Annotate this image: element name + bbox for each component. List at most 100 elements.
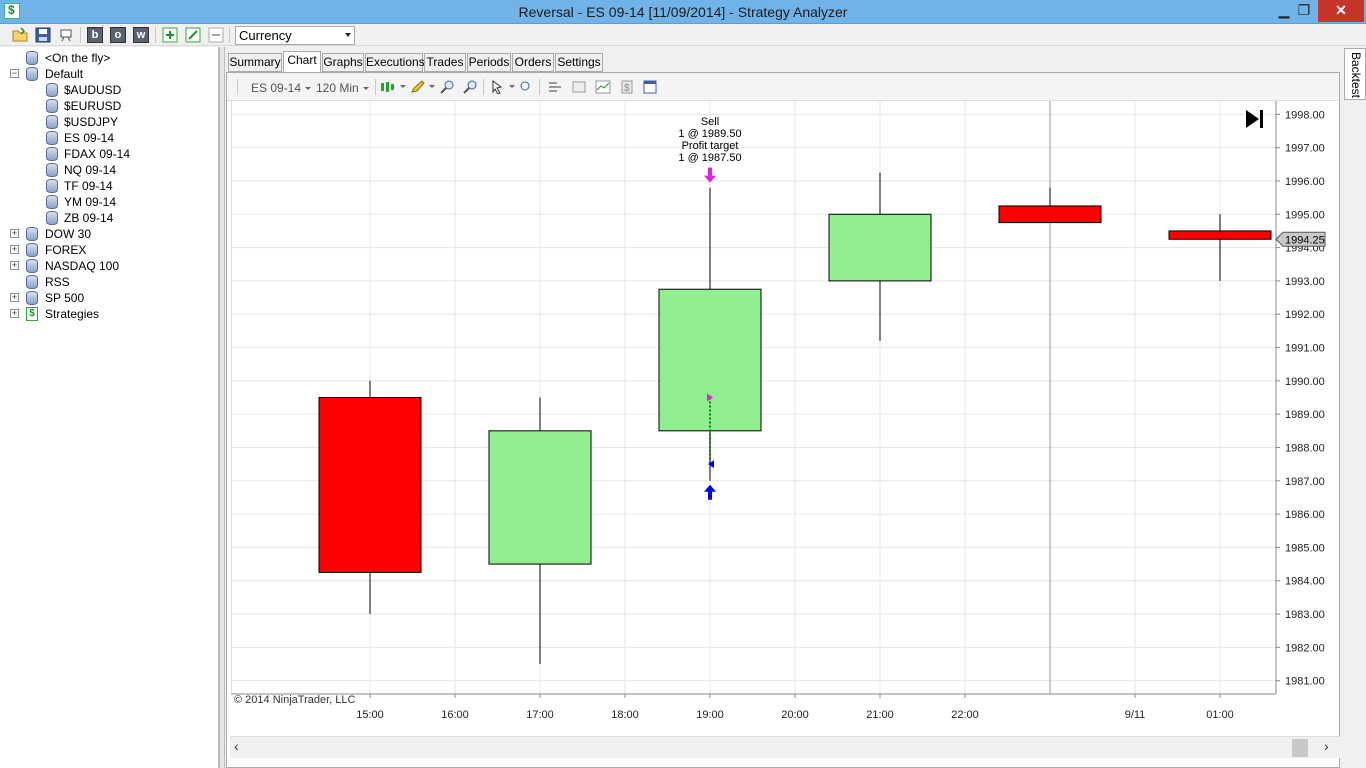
database-icon (46, 131, 58, 145)
scrollbar-thumb[interactable] (1292, 739, 1308, 757)
y-tick-label: 1995.00 (1285, 209, 1325, 221)
database-icon (46, 195, 58, 209)
close-button[interactable]: ✕ (1318, 0, 1364, 22)
chart-toolbar: ES 09-14 120 Min $ (227, 73, 1339, 101)
candle-body (318, 397, 422, 573)
cursor-icon[interactable] (490, 80, 506, 94)
y-tick-label: 1985.00 (1285, 542, 1325, 554)
tree-item-label: DOW 30 (45, 227, 92, 241)
x-tick-label: 22:00 (951, 709, 979, 721)
magnifier-icon[interactable] (518, 80, 534, 94)
database-icon (46, 83, 58, 97)
chart-plot[interactable]: 1981.00 1982.00 1983.00 1984.00 1985.00 1986.… (231, 101, 1340, 735)
o-button[interactable]: o (110, 27, 126, 43)
strategy-icon[interactable]: $ (619, 80, 635, 94)
database-icon (26, 243, 38, 257)
collapse-icon[interactable]: − (10, 69, 19, 78)
tab-summary[interactable]: Summary (228, 53, 282, 72)
y-tick-label: 1997.00 (1285, 143, 1325, 155)
expand-icon[interactable]: + (10, 309, 19, 318)
tree-item-label: ZB 09-14 (64, 211, 114, 225)
database-icon (46, 163, 58, 177)
bars-icon[interactable] (571, 80, 587, 94)
interval-label: 120 Min (316, 81, 359, 95)
x-tick-label: 17:00 (526, 709, 554, 721)
panel-splitter[interactable] (219, 47, 225, 768)
y-tick-label: 1989.00 (1285, 409, 1325, 421)
zoom-in-icon[interactable] (439, 80, 455, 94)
tab-orders[interactable]: Orders (512, 53, 554, 72)
remove-icon[interactable] (208, 27, 224, 43)
tab-backtest[interactable]: Backtest (1344, 48, 1366, 100)
tab-periods[interactable]: Periods (467, 53, 511, 72)
trade-annotation-line: Sell (701, 116, 719, 128)
svg-text:$: $ (624, 83, 630, 94)
y-tick-label: 1982.00 (1285, 642, 1325, 654)
data-box-icon[interactable] (547, 80, 563, 94)
x-tick-label: 20:00 (781, 709, 809, 721)
database-icon (46, 115, 58, 129)
y-tick-label: 1983.00 (1285, 609, 1325, 621)
scroll-left-icon[interactable]: ‹ (234, 738, 239, 754)
tree-item-label: Strategies (45, 307, 100, 321)
y-tick-label: 1988.00 (1285, 442, 1325, 454)
skip-bar (1260, 110, 1263, 128)
x-tick-label: 15:00 (356, 709, 384, 721)
y-tick-label: 1990.00 (1285, 376, 1325, 388)
currency-value: Currency (239, 28, 292, 43)
scroll-right-icon[interactable]: › (1324, 738, 1329, 754)
clear-icon[interactable] (58, 27, 74, 43)
database-icon (46, 179, 58, 193)
indicators-icon[interactable] (595, 80, 611, 94)
database-icon (26, 291, 38, 305)
database-icon (26, 259, 38, 273)
database-icon (46, 211, 58, 225)
pencil-icon[interactable] (410, 80, 426, 94)
x-tick-label: 21:00 (866, 709, 894, 721)
tab-executions[interactable]: Executions (365, 53, 425, 72)
title-bar: Reversal - ES 09-14 [11/09/2014] - Strat… (0, 0, 1366, 24)
tree-item-label: TF 09-14 (64, 179, 113, 193)
database-icon (26, 51, 38, 65)
y-tick-label: 1998.00 (1285, 109, 1325, 121)
horizontal-scrollbar[interactable]: ‹ › (230, 736, 1340, 758)
x-tick-label: 18:00 (611, 709, 639, 721)
tab-chart[interactable]: Chart (283, 51, 321, 72)
tree-item-label: ES 09-14 (64, 131, 115, 145)
add-icon[interactable] (162, 27, 178, 43)
tree-item-label: NQ 09-14 (64, 163, 117, 177)
tree-item-label: RSS (45, 275, 70, 289)
expand-icon[interactable]: + (10, 229, 19, 238)
tree-item-label: $AUDUSD (64, 83, 122, 97)
tree-item-label: NASDAQ 100 (45, 259, 120, 273)
chart-style-icon[interactable] (380, 80, 396, 94)
save-icon[interactable] (35, 27, 51, 43)
tab-graphs[interactable]: Graphs (322, 53, 364, 72)
tab-trades[interactable]: Trades (424, 53, 466, 72)
x-tick-label: 9/11 (1125, 709, 1146, 721)
y-tick-label: 1991.00 (1285, 343, 1325, 355)
tree-item-label: Default (45, 67, 84, 81)
window-title: Reversal - ES 09-14 [11/09/2014] - Strat… (518, 4, 848, 20)
chevron-down-icon (345, 33, 351, 37)
interval-selector[interactable]: 120 Min (316, 81, 369, 95)
edit-icon[interactable] (185, 27, 201, 43)
instrument-selector[interactable]: ES 09-14 (251, 81, 312, 95)
tree-item-label: $USDJPY (64, 115, 119, 129)
database-icon (26, 67, 38, 81)
y-tick-label: 1992.00 (1285, 309, 1325, 321)
w-button[interactable]: w (133, 27, 149, 43)
b-button[interactable]: b (87, 27, 103, 43)
expand-icon[interactable]: + (10, 293, 19, 302)
maximize-button[interactable]: ❐ (1290, 0, 1318, 22)
properties-icon[interactable] (642, 80, 658, 94)
expand-icon[interactable]: + (10, 261, 19, 270)
backtest-label: Backtest (1349, 52, 1363, 99)
open-folder-icon[interactable] (12, 27, 28, 43)
tab-settings[interactable]: Settings (555, 53, 603, 72)
currency-dropdown[interactable]: Currency (235, 26, 355, 45)
tree-item-label: YM 09-14 (64, 195, 117, 209)
main-toolbar: b o w Currency (0, 24, 1366, 46)
zoom-out-icon[interactable] (462, 80, 478, 94)
expand-icon[interactable]: + (10, 245, 19, 254)
